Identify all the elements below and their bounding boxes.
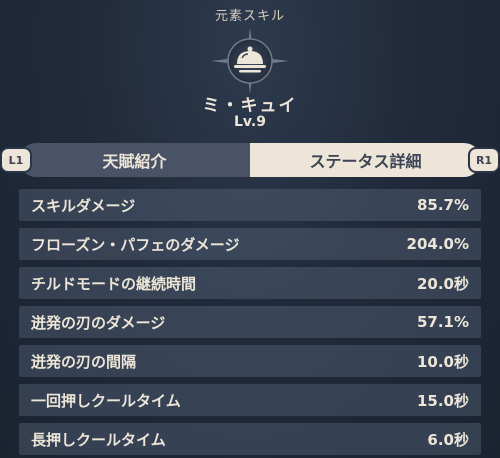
stat-label: スキルダメージ — [31, 196, 136, 215]
stat-value: 204.0% — [406, 235, 469, 253]
stat-value: 85.7% — [416, 196, 469, 214]
l1-key-hint[interactable]: L1 — [2, 149, 30, 171]
stat-value: 6.0秒 — [427, 430, 469, 449]
stat-label: フローズン・パフェのダメージ — [31, 235, 240, 254]
stat-row: スキルダメージ 85.7% — [19, 189, 481, 221]
tab-talent-description[interactable]: 天賦紹介 — [19, 143, 250, 177]
skill-name: ミ・キュイ — [202, 96, 298, 116]
skill-level: Lv.9 — [234, 114, 266, 130]
stat-label: 長押しクールタイム — [31, 430, 166, 449]
stat-value: 10.0秒 — [416, 352, 469, 371]
tab-stat-details[interactable]: ステータス詳細 — [250, 143, 481, 177]
stat-row: 長押しクールタイム 6.0秒 — [19, 423, 481, 455]
stat-label: 一回押しクールタイム — [31, 391, 181, 410]
r1-key-hint[interactable]: R1 — [470, 149, 498, 171]
stat-row: 迸発の刃の間隔 10.0秒 — [19, 345, 481, 377]
skill-category-label: 元素スキル — [214, 9, 285, 24]
stat-label: チルドモードの継続時間 — [31, 274, 197, 293]
stat-row: 一回押しクールタイム 15.0秒 — [19, 384, 481, 416]
chef-cloche-icon — [211, 28, 289, 94]
stat-list: スキルダメージ 85.7% フローズン・パフェのダメージ 204.0% チルドモ… — [19, 189, 481, 458]
tab-bar: 天賦紹介 ステータス詳細 — [19, 143, 481, 177]
stat-row: フローズン・パフェのダメージ 204.0% — [19, 228, 481, 260]
stat-label: 迸発の刃の間隔 — [31, 352, 137, 371]
stat-value: 20.0秒 — [416, 274, 469, 293]
stat-value: 57.1% — [416, 313, 469, 331]
stat-row: チルドモードの継続時間 20.0秒 — [19, 267, 481, 299]
stat-value: 15.0秒 — [416, 391, 469, 410]
stat-label: 迸発の刃のダメージ — [31, 313, 166, 332]
stat-row: 迸発の刃のダメージ 57.1% — [19, 306, 481, 338]
